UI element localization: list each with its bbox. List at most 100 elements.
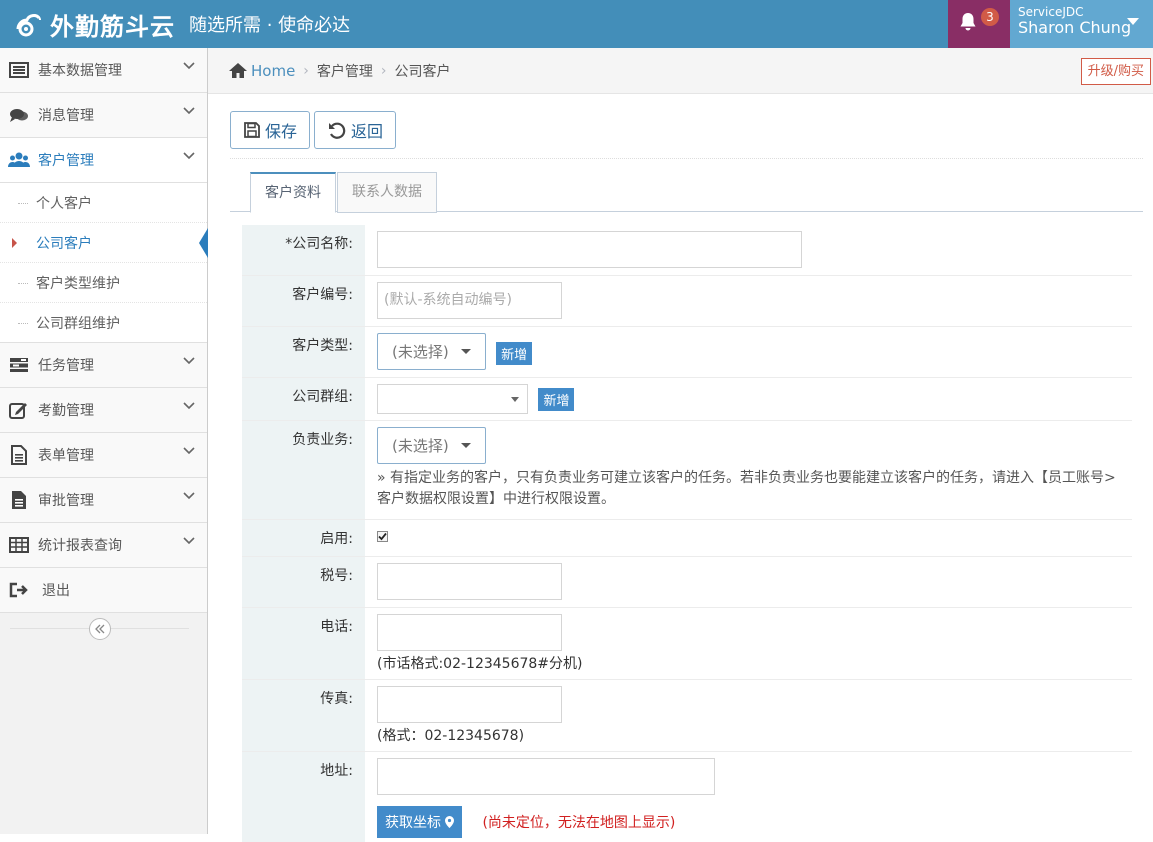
- caret-down-icon: [460, 443, 471, 448]
- app-slogan: 随选所需 · 使命必达: [189, 15, 351, 36]
- back-button[interactable]: 返回: [314, 111, 397, 149]
- customer-type-dropdown[interactable]: (未选择): [377, 333, 486, 370]
- chevron-down-icon: [183, 402, 195, 410]
- company-name-label: *公司名称:: [242, 225, 365, 275]
- get-coordinates-button[interactable]: 获取坐标: [377, 806, 462, 838]
- chevron-down-icon: [183, 152, 195, 160]
- page-content: 保存 返回 客户资料 联系人数据 *公司名称: 客户编号: (默认-系统自动编号…: [208, 94, 1153, 842]
- chevron-down-icon: [183, 447, 195, 455]
- sidebar-item-reports[interactable]: 统计报表查询: [0, 523, 207, 568]
- comments-icon: [8, 105, 30, 125]
- enabled-checkbox[interactable]: [377, 531, 388, 542]
- caret-down-icon: [460, 349, 471, 354]
- sidebar-item-customers[interactable]: 客户管理: [0, 138, 207, 183]
- sidebar-item-attendance[interactable]: 考勤管理: [0, 388, 207, 433]
- undo-icon: [329, 122, 346, 139]
- form-row-fax: 传真: (格式：02-12345678): [242, 680, 1132, 752]
- phone-input[interactable]: [377, 614, 562, 651]
- breadcrumb-separator-icon: ›: [303, 62, 309, 79]
- breadcrumb: Home › 客户管理 › 公司客户 升级/购买: [208, 48, 1153, 94]
- table-icon: [8, 535, 30, 555]
- company-name: ServiceJDC: [1018, 5, 1084, 19]
- fax-label: 传真:: [242, 680, 365, 751]
- bell-icon: [960, 13, 976, 31]
- edit-icon: [8, 400, 30, 420]
- enabled-label: 启用:: [242, 520, 365, 556]
- customer-no-input[interactable]: (默认-系统自动编号): [377, 282, 562, 319]
- sales-rep-hint: » 有指定业务的客户，只有负责业务可建立该客户的任务。若非负责业务也要能建立该客…: [377, 470, 1116, 507]
- app-name: 外勤筋斗云: [50, 12, 175, 41]
- sidebar-subitem-personal-customer[interactable]: 个人客户: [0, 183, 207, 223]
- breadcrumb-company-customers: 公司客户: [394, 63, 451, 80]
- customer-no-label: 客户编号:: [242, 276, 365, 326]
- sidebar-subitem-label: 个人客户: [36, 195, 92, 212]
- top-navbar: 外勤筋斗云 随选所需 · 使命必达 3 ServiceJDC Sharon Ch…: [0, 0, 1153, 48]
- customer-type-value: (未选择): [392, 343, 449, 361]
- sidebar-item-label: 审批管理: [38, 493, 94, 509]
- notifications-button[interactable]: 3: [948, 0, 1010, 48]
- toolbar: 保存 返回: [230, 111, 397, 149]
- signout-icon: [8, 580, 30, 600]
- users-icon: [8, 150, 30, 170]
- sidebar-subitem-customer-type[interactable]: 客户类型维护: [0, 263, 207, 303]
- breadcrumb-customers[interactable]: 客户管理: [317, 61, 373, 81]
- form-row-company-group: 公司群组: 新增: [242, 378, 1132, 421]
- active-indicator: [199, 228, 208, 258]
- sidebar-item-forms[interactable]: 表单管理: [0, 433, 207, 478]
- sidebar-subitem-label: 公司客户: [36, 235, 92, 252]
- add-customer-type-button[interactable]: 新增: [496, 341, 533, 365]
- form-row-company-name: *公司名称:: [242, 225, 1132, 276]
- add-company-group-button[interactable]: 新增: [538, 387, 575, 411]
- user-name: Sharon Chung: [1018, 18, 1132, 37]
- tab-bar: 客户资料 联系人数据: [230, 172, 1143, 213]
- breadcrumb-home-label: Home: [251, 61, 296, 80]
- sales-rep-value: (未选择): [392, 437, 449, 455]
- tax-id-input[interactable]: [377, 563, 562, 600]
- fax-input[interactable]: [377, 686, 562, 723]
- double-chevron-left-icon: [95, 624, 105, 634]
- sidebar-subitem-label: 客户类型维护: [36, 275, 120, 292]
- form-row-enabled: 启用:: [242, 520, 1132, 557]
- save-button[interactable]: 保存: [230, 111, 311, 149]
- sidebar-subitem-company-group[interactable]: 公司群组维护: [0, 303, 207, 343]
- app-logo[interactable]: 外勤筋斗云 随选所需 · 使命必达: [12, 6, 350, 42]
- tab-contact-data[interactable]: 联系人数据: [337, 172, 437, 213]
- customer-type-label: 客户类型:: [242, 327, 365, 377]
- chevron-down-icon: [183, 107, 195, 115]
- sidebar-item-basic-data[interactable]: 基本数据管理: [0, 48, 207, 93]
- company-group-select[interactable]: [377, 384, 528, 414]
- upgrade-button[interactable]: 升级/购买: [1080, 58, 1151, 85]
- form-row-sales-rep: 负责业务: (未选择) » 有指定业务的客户，只有负责业务可建立该客户的任务。若…: [242, 421, 1132, 520]
- customer-submenu: 个人客户 公司客户 客户类型维护 公司群组维护: [0, 183, 208, 343]
- sidebar-item-label: 消息管理: [38, 108, 94, 124]
- sidebar-item-approval[interactable]: 审批管理: [0, 478, 207, 523]
- sidebar-item-label: 客户管理: [38, 153, 94, 169]
- chevron-down-icon: [183, 492, 195, 500]
- sidebar-collapse-button[interactable]: [89, 618, 111, 640]
- sidebar-item-tasks[interactable]: 任务管理: [0, 343, 207, 388]
- phone-format-note: (市话格式:02-12345678#分机): [377, 656, 583, 672]
- address-input[interactable]: [377, 758, 715, 795]
- company-name-input[interactable]: [377, 231, 802, 268]
- company-group-label: 公司群组:: [242, 378, 365, 420]
- form-row-phone: 电话: (市话格式:02-12345678#分机): [242, 608, 1132, 680]
- sales-rep-dropdown[interactable]: (未选择): [377, 427, 486, 464]
- sidebar-item-label: 考勤管理: [38, 403, 94, 419]
- user-menu[interactable]: ServiceJDC Sharon Chung: [1010, 0, 1153, 48]
- cloud-logo-icon: [12, 7, 46, 41]
- customer-form: *公司名称: 客户编号: (默认-系统自动编号) 客户类型: (未选择) 新增 …: [242, 225, 1132, 842]
- breadcrumb-home-link[interactable]: Home: [228, 62, 295, 80]
- tab-customer-info[interactable]: 客户资料: [250, 172, 336, 213]
- sidebar-subitem-company-customer[interactable]: 公司客户: [0, 223, 208, 263]
- form-row-customer-type: 客户类型: (未选择) 新增: [242, 327, 1132, 378]
- tax-id-label: 税号:: [242, 557, 365, 607]
- floppy-disk-icon: [244, 122, 260, 138]
- notification-count-badge: 3: [981, 8, 999, 26]
- form-row-tax-id: 税号:: [242, 557, 1132, 608]
- sales-rep-label: 负责业务:: [242, 421, 365, 519]
- file-text-icon: [8, 490, 30, 510]
- sidebar-item-logout[interactable]: 退出: [0, 568, 207, 613]
- list-icon: [8, 60, 30, 80]
- sidebar-item-messages[interactable]: 消息管理: [0, 93, 207, 138]
- active-arrow-icon: [12, 238, 17, 248]
